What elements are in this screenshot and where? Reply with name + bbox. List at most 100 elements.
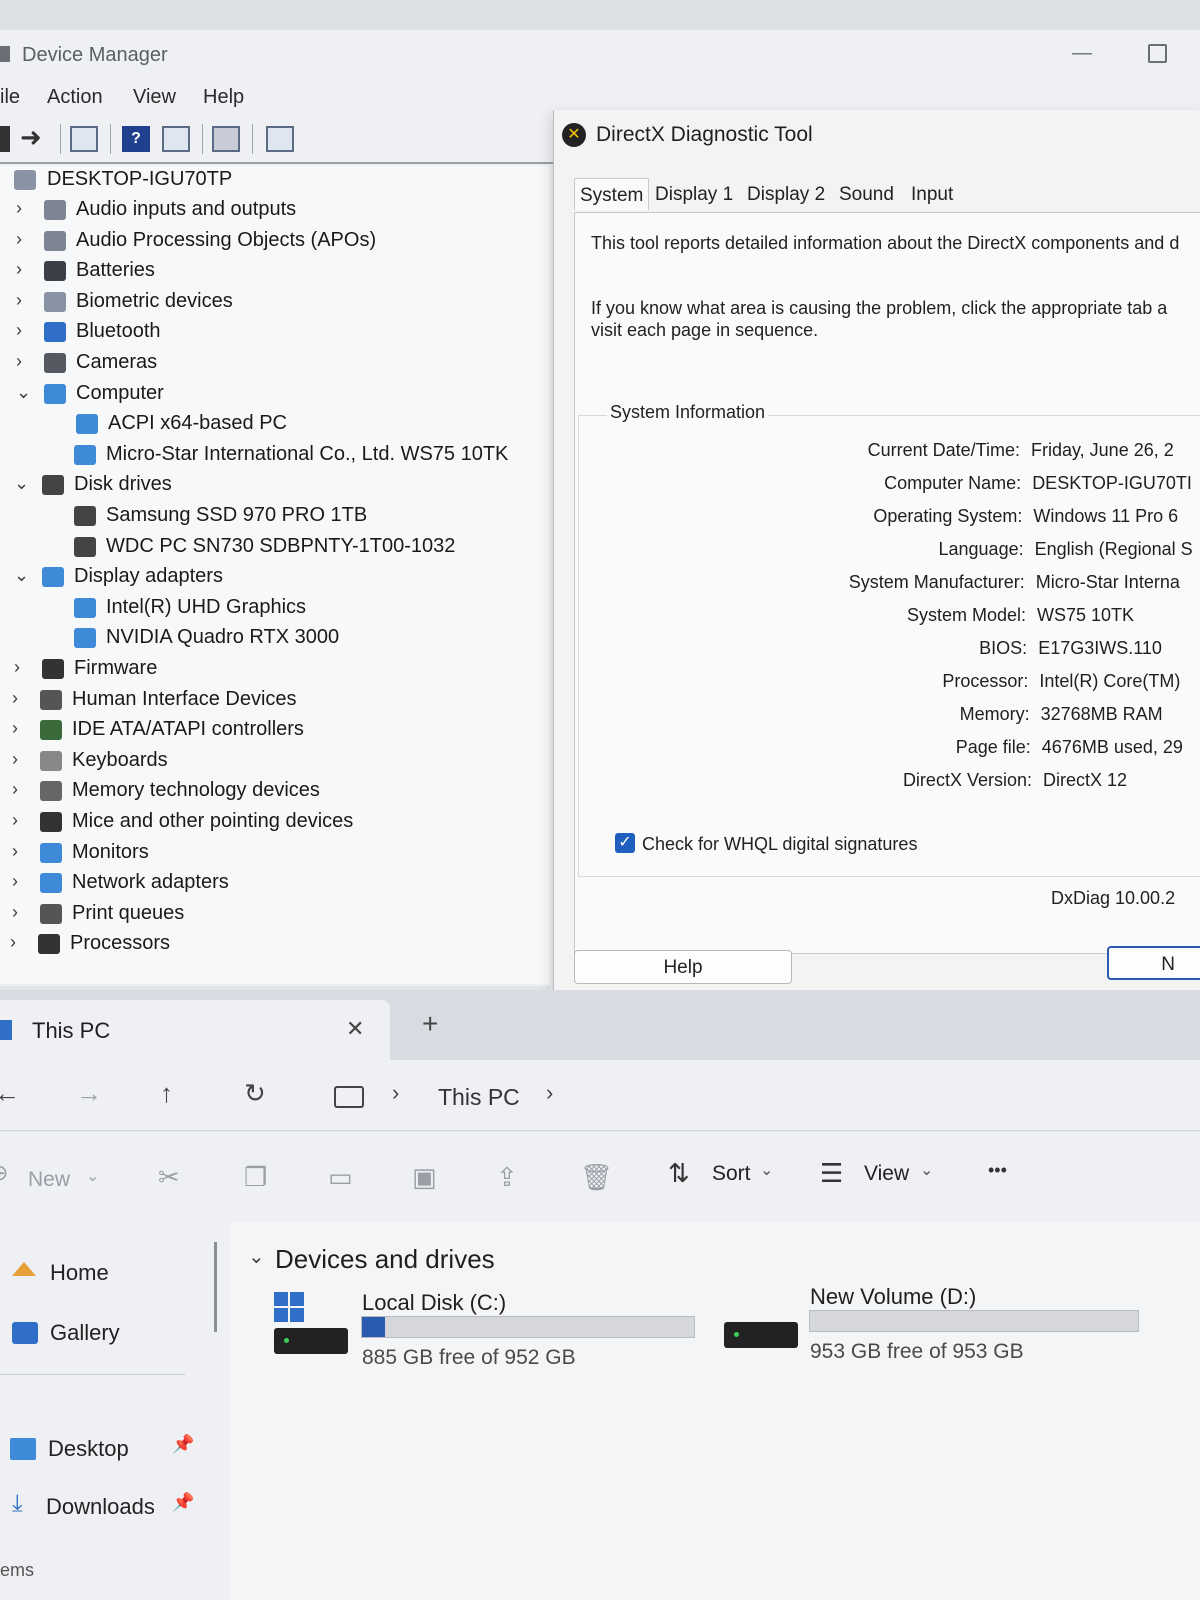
chevron-down-icon[interactable]: ⌄ (14, 473, 30, 494)
device-icon (40, 842, 62, 863)
desktop-icon (10, 1438, 36, 1460)
close-tab-icon[interactable]: ✕ (346, 1016, 364, 1042)
chevron-right-icon[interactable]: › (12, 749, 28, 770)
section-collapse-icon[interactable]: ⌄ (248, 1244, 265, 1269)
menu-help[interactable]: Help (203, 86, 244, 109)
chevron-right-icon[interactable]: › (12, 718, 28, 739)
chevron-right-icon[interactable]: › (16, 351, 32, 372)
new-chevron-icon: ⌄ (86, 1168, 100, 1185)
menu-file[interactable]: ile (0, 86, 20, 109)
this-pc-monitor-icon[interactable] (334, 1086, 364, 1108)
tab-input[interactable]: Input (906, 178, 958, 210)
drive-free-space: 885 GB free of 952 GB (362, 1346, 576, 1369)
chevron-right-icon[interactable]: › (12, 871, 28, 892)
menu-bar: ile Action View Help (0, 80, 560, 116)
breadcrumb-this-pc[interactable]: This PC (438, 1084, 520, 1111)
back-arrow-icon[interactable] (0, 126, 10, 152)
chevron-right-icon[interactable]: › (16, 290, 32, 311)
chevron-down-icon[interactable]: ⌄ (14, 565, 30, 586)
back-icon[interactable]: ← (0, 1078, 20, 1109)
cut-icon[interactable]: ✂ (158, 1162, 180, 1193)
device-icon (44, 383, 66, 404)
share-icon[interactable]: ⇪ (496, 1162, 518, 1193)
forward-arrow-icon[interactable]: ➜ (20, 124, 48, 152)
directx-diagnostic-dialog: ✕ DirectX Diagnostic Tool System Display… (553, 110, 1200, 1011)
tab-display-1[interactable]: Display 1 (650, 178, 738, 210)
chevron-right-icon[interactable]: › (14, 657, 30, 678)
maximize-button[interactable] (1148, 44, 1167, 63)
chevron-right-icon[interactable]: › (12, 810, 28, 831)
help-button[interactable]: Help (574, 950, 792, 984)
chevron-right-icon[interactable]: › (16, 198, 32, 219)
monitor-icon[interactable] (266, 126, 294, 152)
drive-usage-bar (361, 1316, 695, 1338)
device-manager-titlebar[interactable]: Device Manager — (0, 30, 1200, 80)
sidebar-item-label: Gallery (50, 1320, 120, 1345)
minimize-button[interactable]: — (1072, 42, 1092, 65)
tab-display-2[interactable]: Display 2 (742, 178, 830, 210)
up-icon[interactable]: ↑ (160, 1078, 173, 1109)
new-tab-icon[interactable]: + (422, 1008, 438, 1040)
tree-item-label: Micro-Star International Co., Ltd. WS75 … (106, 442, 509, 465)
new-button[interactable]: New (28, 1168, 70, 1192)
more-options-icon[interactable]: ••• (988, 1160, 1007, 1181)
drive-d[interactable]: New Volume (D:) 953 GB free of 953 GB (720, 1284, 1180, 1364)
device-tree[interactable]: DESKTOP-IGU70TP › Audio inputs and output… (0, 166, 550, 984)
explorer-tab-this-pc[interactable]: This PC ✕ (0, 1000, 390, 1060)
info-value: 32768MB RAM (1040, 704, 1163, 724)
menu-action[interactable]: Action (47, 86, 103, 109)
properties-window-icon[interactable] (70, 126, 98, 152)
chevron-right-icon[interactable]: › (10, 932, 26, 953)
tree-item-label: ACPI x64-based PC (108, 412, 287, 435)
dialog-title: DirectX Diagnostic Tool (596, 123, 813, 146)
status-bar-text: ems (0, 1560, 35, 1580)
device-icon (42, 659, 64, 679)
window-title: Device Manager (22, 44, 168, 66)
refresh-icon[interactable]: ↻ (244, 1078, 266, 1109)
scan-hardware-icon[interactable] (212, 126, 240, 152)
device-icon (44, 261, 66, 282)
device-icon (40, 720, 62, 741)
tree-item-label: Bluetooth (76, 320, 161, 343)
paste-icon[interactable]: ▭ (328, 1162, 353, 1193)
chevron-right-icon[interactable]: › (16, 229, 32, 250)
rename-icon[interactable]: ▣ (412, 1162, 437, 1193)
info-label: DirectX Version: (902, 770, 1032, 790)
sidebar-scrollbar[interactable] (214, 1242, 217, 1332)
view-button[interactable]: View (864, 1162, 909, 1186)
next-page-button[interactable]: N (1107, 946, 1200, 980)
info-value: DirectX 12 (1043, 770, 1128, 790)
delete-icon[interactable]: 🗑 (580, 1162, 613, 1193)
tree-item-label: Human Interface Devices (72, 687, 297, 710)
list-view-icon[interactable] (162, 126, 190, 152)
chevron-right-icon[interactable]: › (12, 688, 28, 709)
new-plus-icon: ⊕ (0, 1160, 8, 1186)
forward-icon[interactable]: → (76, 1078, 102, 1109)
chevron-right-icon[interactable]: › (16, 259, 32, 280)
device-icon (40, 750, 62, 771)
breadcrumb-chevron-icon: › (392, 1080, 400, 1105)
directx-logo-icon: ✕ (562, 123, 586, 147)
chevron-right-icon[interactable]: › (12, 902, 28, 923)
device-icon (40, 781, 62, 802)
section-title[interactable]: Devices and drives (275, 1244, 495, 1275)
chevron-down-icon[interactable]: ⌄ (16, 382, 32, 403)
tree-item-label: Network adapters (72, 871, 229, 894)
sort-button[interactable]: Sort (712, 1162, 751, 1186)
pin-icon[interactable]: 📌 (172, 1492, 194, 1513)
tab-sound[interactable]: Sound (834, 178, 899, 210)
whql-label[interactable]: Check for WHQL digital signatures (642, 834, 917, 855)
chevron-right-icon[interactable]: › (16, 320, 32, 341)
chevron-right-icon[interactable]: › (12, 779, 28, 800)
menu-view[interactable]: View (133, 86, 176, 109)
help-question-icon[interactable]: ? (122, 126, 150, 152)
chevron-right-icon[interactable]: › (12, 841, 28, 862)
tab-system[interactable]: System (574, 178, 650, 210)
drive-c[interactable]: Local Disk (C:) 885 GB free of 952 GB (270, 1290, 710, 1370)
breadcrumb-expand-icon[interactable]: › (546, 1080, 553, 1106)
pin-icon[interactable]: 📌 (172, 1434, 194, 1455)
drive-icon (274, 1328, 348, 1354)
whql-checkbox[interactable]: ✓ (615, 833, 635, 853)
copy-icon[interactable]: ❐ (244, 1162, 267, 1193)
device-icon (74, 597, 96, 618)
